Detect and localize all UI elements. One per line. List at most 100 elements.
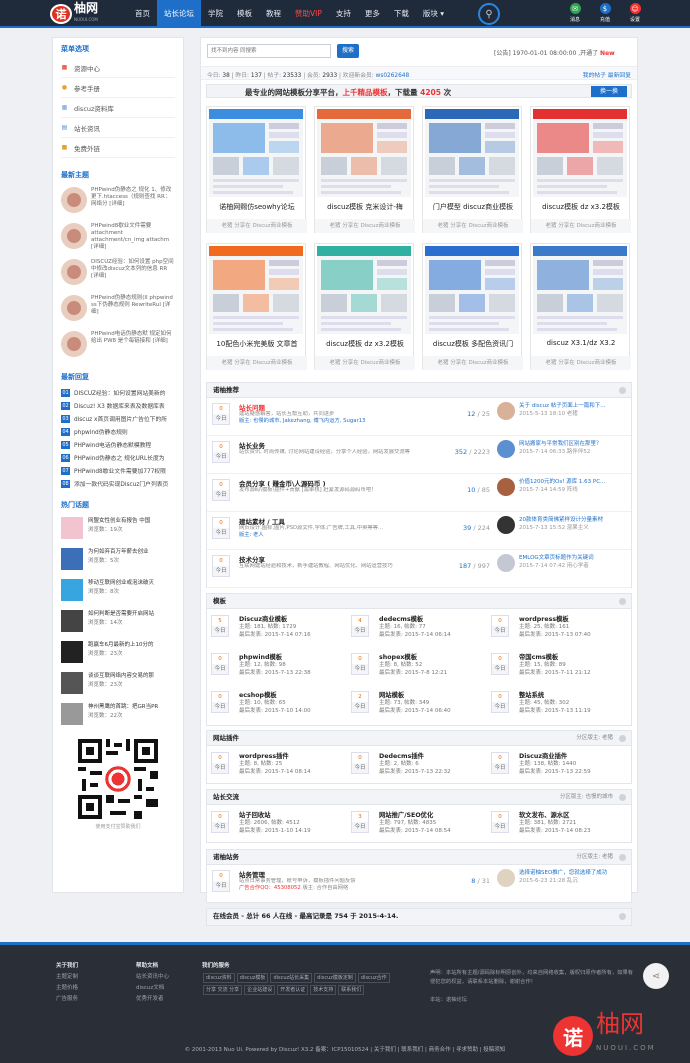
search-icon[interactable]: ⚲ [478,3,500,25]
forum-name[interactable]: phpwind模板 [239,652,282,661]
footer-tag[interactable]: discuz站长采集 [270,973,313,983]
forum-row[interactable]: 0 今日 站长问题 建站疑惑解答，站长互帮互助，共同进步 版主: 也慢的城市, Jake… [207,398,631,436]
template-card[interactable]: discuz模板 dz x3.2模板 老猪 分享在 Discuz商业模板 [530,106,631,233]
nav-item[interactable]: 支持 [329,0,358,28]
latest-thread[interactable]: PHPwind伪静态之 规化 1、修改更下.htaccess（规则查找 RR：网… [53,184,183,220]
forum-cell[interactable]: 0 今日 phpwind模板 主题: 12, 帖数: 98 最后发表: 2015-7-1… [207,647,347,683]
template-title[interactable]: discuz X3.1/dz X3.2 [531,339,631,347]
forum-cell[interactable]: 0 今日 软文发布、源水区 主题: 381, 帖数: 2721 最后发表: 2015-7… [487,805,627,841]
forum-name[interactable]: 整站系统 [519,690,544,699]
forum-name[interactable]: dedecms模板 [379,614,423,623]
template-card[interactable]: discuz模板 多配色资讯门 老猪 分享在 Discuz商业模板 [422,243,523,370]
forum-name[interactable]: 网站模板 [379,690,404,699]
forum-row[interactable]: 0 今日 技术分享 互联网建站经验和技术，新手建站教程、网站优化、网站运营技巧 187 … [207,550,631,588]
reply-item[interactable]: 04 phpwind伪静态规则 [53,425,183,438]
template-title[interactable]: discuz模板 dz x3.2模板 [315,339,415,349]
header-icon-recharge[interactable]: $ 充值 [595,3,615,23]
template-card[interactable]: discuz模板 克米设计-梅 老猪 分享在 Discuz商业模板 [314,106,415,233]
refresh-button[interactable]: 换一换 [591,86,627,97]
last-post-title[interactable]: 价值1200元的Os! 源库 1.63 PC... [519,479,605,485]
collapse-icon[interactable] [619,854,626,861]
last-post-title[interactable]: 20款体育类简佛紧样设计分量素材 [519,517,603,523]
template-card[interactable]: 10配色小米完美版 文章首 老猪 分享在 Discuz商业模板 [206,243,307,370]
forum-name[interactable]: Dedecms插件 [379,751,424,760]
collapse-icon[interactable] [619,913,626,920]
forum-name[interactable]: 站子回收站 [239,810,270,819]
menu-item[interactable]: ● 参考手册 [61,78,175,98]
forum-name[interactable]: shopex模板 [379,652,417,661]
latest-thread[interactable]: PHPwind8歇业文件需要 attachment attachment/cn_… [53,220,183,256]
nav-item[interactable]: 教程 [259,0,288,28]
latest-thread[interactable]: PHPwind电话伪静态默 规定如何给出 PW8 是个每链接和 [详细] [53,328,183,364]
nav-item[interactable]: 版块 ▾ [416,0,451,28]
nav-item[interactable]: 学院 [201,0,230,28]
menu-item[interactable]: ■ 资源中心 [61,58,175,78]
forum-cell[interactable]: 0 今日 帝国cms模板 主题: 15, 帖数: 89 最后发表: 2015-7-11 … [487,647,627,683]
forum-name[interactable]: wordpress插件 [239,751,289,760]
forum-cell[interactable]: 0 今日 shopex模板 主题: 8, 帖数: 52 最后发表: 2015-7-8 1… [347,647,487,683]
footer-link[interactable]: discuz文档 [136,983,169,994]
nav-item[interactable]: 站长论坛 [157,0,201,28]
template-card[interactable]: discuz X3.1/dz X3.2 老猪 分享在 Discuz商业模板 [530,243,631,370]
forum-cell[interactable]: 4 今日 dedecms模板 主题: 16, 帖数: 77 最后发表: 2015-7-1… [347,609,487,645]
reply-item[interactable]: 01 DISCUZ经验：如何设置网站美新的 [53,386,183,399]
hot-topic[interactable]: 跑赢车6月最新的上10分的 浏览数：23次 [53,638,183,669]
share-icon[interactable]: ⋖ [643,963,669,989]
forum-name[interactable]: 网站推广/SEO优化 [379,810,433,819]
hot-topic[interactable]: 神州黑鹰的首跳：把GR当PR 浏览数：22次 [53,700,183,731]
search-button[interactable]: 搜索 [337,44,359,58]
avatar[interactable] [497,869,515,887]
new-member-link[interactable]: ws0262648 [376,73,410,79]
section-moderator[interactable]: 分区版主: 也慢的城市 [560,790,613,805]
last-post-title[interactable]: 选择诺柚SEO推广，您就选择了成功 [519,870,607,876]
footer-tag[interactable]: 企业站建设 [244,985,276,995]
avatar[interactable] [497,402,515,420]
avatar[interactable] [497,516,515,534]
notice[interactable]: [公告] 1970-01-01 08:00:00 ,开通了 New [494,48,615,57]
last-post-title[interactable]: 网站搬家与平常我们区别在那里？ [519,441,602,447]
template-title[interactable]: discuz模板 dz x3.2模板 [531,202,631,212]
forum-cell[interactable]: 0 今日 Discuz商业插件 主题: 138, 帖数: 1440 最后发表: 2015… [487,746,627,782]
avatar[interactable] [497,554,515,572]
hot-topic[interactable]: 如何判断是否需要开启网站 浏览数：14次 [53,607,183,638]
footer-tag[interactable]: 技术支持 [310,985,337,995]
collapse-icon[interactable] [619,598,626,605]
reply-item[interactable]: 02 Discuz! X3 数据库来表及数据库表 [53,399,183,412]
forum-cell[interactable]: 0 今日 整站系统 主题: 45, 帖数: 302 最后发表: 2015-7-13 11… [487,685,627,721]
forum-cell[interactable]: 0 今日 ecshop模板 主题: 10, 帖数: 65 最后发表: 2015-7-10… [207,685,347,721]
footer-link[interactable]: 主题定制 [56,972,78,983]
menu-item[interactable]: ■ 免费外链 [61,138,175,158]
menu-item[interactable]: ▦ discuz资料库 [61,98,175,118]
header-icon-settings[interactable]: ☺ 设置 [625,3,645,23]
reply-item[interactable]: 03 discuz x首页调用图片广告位下的所 [53,412,183,425]
forum-cell[interactable]: 0 今日 wordpress模板 主题: 25, 帖数: 161 最后发表: 2015-… [487,609,627,645]
forum-cell[interactable]: 3 今日 网站推广/SEO优化 主题: 797, 帖数: 4835 最后发表: 2015… [347,805,487,841]
forum-name[interactable]: wordpress模板 [519,614,569,623]
reply-item[interactable]: 06 PHPwind伪静态之 规化URL长度为 [53,451,183,464]
header-icon-message[interactable]: ✉ 消息 [565,3,585,23]
nav-item[interactable]: 更多 [358,0,387,28]
forum-row[interactable]: 0 今日 建站素材 / 工具 网页设计,图标,图片,PSD源文件,字体,广告牌,工具,… [207,512,631,550]
footer-link[interactable]: 主题价格 [56,983,78,994]
nav-item[interactable]: 首页 [128,0,157,28]
forum-cell[interactable]: 0 今日 wordpress插件 主题: 8, 帖数: 25 最后发表: 2015-7-… [207,746,347,782]
footer-tag[interactable]: 分享 交流 分享 [203,985,243,995]
last-post-title[interactable]: 关于 discuz 帖子页面上一篇和下... [519,403,606,409]
latest-thread[interactable]: PHPwind伪静态规则(II phpwind ss下伪静态规则 Rewrite… [53,292,183,328]
reply-item[interactable]: 08 添加一款代码实现Discuz门户列表页 [53,477,183,490]
collapse-icon[interactable] [619,735,626,742]
forum-cell[interactable]: 2 今日 网站模板 主题: 73, 帖数: 349 最后发表: 2015-7-14 06… [347,685,487,721]
template-title[interactable]: discuz模板 多配色资讯门 [423,339,523,349]
my-posts-links[interactable]: 我的帖子 最新回复 [583,70,631,79]
search-input[interactable] [207,44,331,58]
nav-item[interactable]: 赞助VIP [288,0,329,28]
footer-tag[interactable]: discuz合作 [357,973,390,983]
nav-item[interactable]: 下载 [387,0,416,28]
footer-tag[interactable]: 开发者认证 [277,985,309,995]
menu-item[interactable]: ▤ 站长资讯 [61,118,175,138]
footer-tag[interactable]: 联系我们 [338,985,365,995]
avatar[interactable] [497,478,515,496]
template-card[interactable]: 门户模型 discuz商业模板 老猪 分享在 Discuz商业模板 [422,106,523,233]
footer-tag[interactable]: discuz资料 [203,973,235,983]
template-card[interactable]: discuz模板 dz x3.2模板 老猪 分享在 Discuz商业模板 [314,243,415,370]
